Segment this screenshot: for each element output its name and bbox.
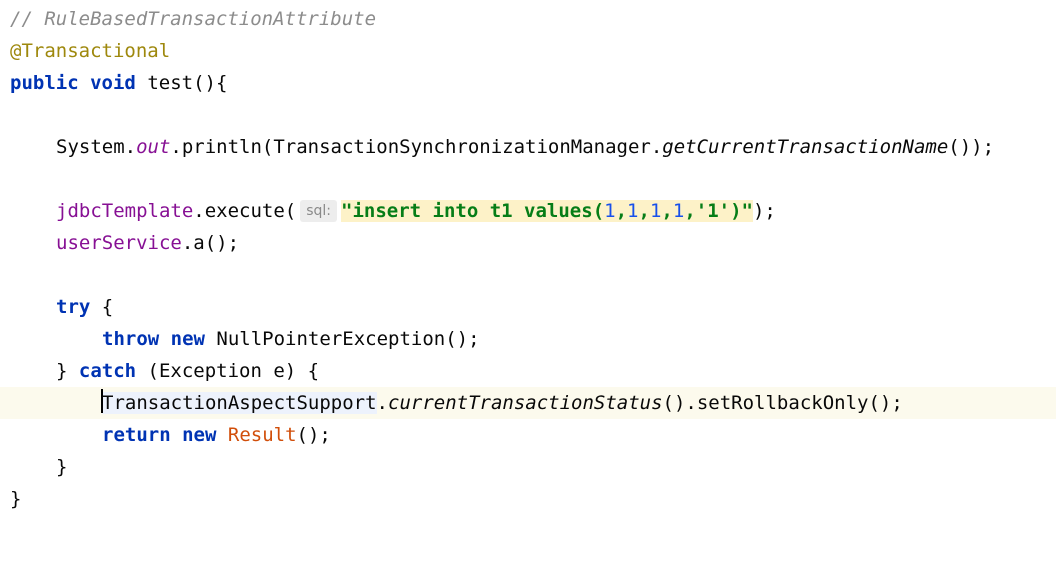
code-line-return[interactable]: return new Result();	[0, 419, 1056, 451]
sql-number-4: 1	[672, 200, 685, 222]
code-line-try[interactable]: try {	[0, 291, 1056, 323]
sql-string-start: "insert into t1 values(	[341, 200, 605, 222]
jdbc-template-field: jdbcTemplate	[56, 200, 194, 222]
println-statement: System.out.println(TransactionSynchroniz…	[56, 131, 994, 163]
catch-params: (Exception e) {	[136, 360, 320, 382]
out-field: out	[136, 136, 171, 158]
code-line-user-service[interactable]: userService.a();	[0, 227, 1056, 259]
sql-number-1: 1	[604, 200, 616, 222]
sql-comma-3: ,	[661, 200, 673, 222]
null-pointer-exception: NullPointerException();	[204, 328, 480, 350]
code-line-method-signature[interactable]: public void test(){	[0, 67, 1056, 99]
try-brace: {	[90, 296, 114, 318]
keyword-public: public	[10, 72, 79, 94]
code-editor[interactable]: // RuleBasedTransactionAttribute @Transa…	[0, 0, 1056, 517]
keyword-new-result: new	[182, 424, 217, 446]
code-line-println[interactable]: System.out.println(TransactionSynchroniz…	[0, 131, 1056, 163]
rollback-statement: TransactionAspectSupport.currentTransact…	[101, 387, 903, 419]
catch-open-brace: }	[56, 360, 79, 382]
execute-statement: jdbcTemplate.execute(sql: "insert into t1…	[56, 195, 776, 227]
keyword-try: try	[56, 296, 91, 318]
code-comment: // RuleBasedTransactionAttribute	[10, 8, 377, 30]
sql-number-2: 1	[627, 200, 639, 222]
sql-comma-2: ,	[638, 200, 650, 222]
sql-comma-1: ,	[615, 200, 628, 222]
rollback-dot: .	[376, 392, 388, 414]
throw-statement: throw new NullPointerException();	[102, 323, 480, 355]
return-statement: return new Result();	[102, 419, 331, 451]
keyword-void: void	[90, 72, 136, 94]
code-line-rollback[interactable]: TransactionAspectSupport.currentTransact…	[0, 387, 1056, 419]
set-rollback-only-call: ().setRollbackOnly();	[662, 392, 903, 414]
keyword-return: return	[102, 424, 171, 446]
keyword-throw: throw	[102, 328, 160, 350]
keyword-catch: catch	[78, 360, 137, 382]
method-signature: public void test(){	[10, 67, 227, 99]
return-end: ();	[296, 424, 331, 446]
system-class: System.	[56, 136, 137, 158]
user-service-call: .a();	[181, 232, 240, 254]
parameter-hint-sql: sql:	[300, 200, 338, 222]
sql-number-3: 1	[649, 200, 662, 222]
try-statement: try {	[56, 291, 113, 323]
sql-string-literal: "insert into t1 values(1,1,1,1,'1')"	[341, 200, 753, 222]
keyword-new: new	[170, 328, 205, 350]
code-line-comment[interactable]: // RuleBasedTransactionAttribute	[0, 3, 1056, 35]
println-end: ());	[948, 136, 995, 158]
code-line-close-method[interactable]: }	[0, 483, 1056, 515]
user-service-field: userService	[56, 232, 182, 254]
code-line-throw[interactable]: throw new NullPointerException();	[0, 323, 1056, 355]
code-line-annotation[interactable]: @Transactional	[0, 35, 1056, 67]
close-catch-brace: }	[56, 456, 68, 478]
result-class: Result	[227, 424, 297, 446]
current-transaction-status-method: currentTransactionStatus	[388, 392, 663, 414]
code-line-catch[interactable]: } catch (Exception e) {	[0, 355, 1056, 387]
code-line-execute[interactable]: jdbcTemplate.execute(sql: "insert into t1…	[0, 195, 1056, 227]
transaction-aspect-support-class: TransactionAspectSupport	[102, 392, 377, 414]
sql-string-end: '1')"	[695, 200, 753, 222]
execute-end: );	[752, 200, 776, 222]
get-transaction-name-method: getCurrentTransactionName	[662, 136, 949, 158]
method-name: test(){	[147, 72, 228, 94]
close-method-brace: }	[10, 488, 22, 510]
code-line-close-catch[interactable]: }	[0, 451, 1056, 483]
user-service-statement: userService.a();	[56, 227, 239, 259]
catch-statement: } catch (Exception e) {	[56, 355, 319, 387]
sql-comma-4: ,	[684, 200, 696, 222]
println-call: .println(TransactionSynchronizationManag…	[170, 136, 663, 158]
transactional-annotation: @Transactional	[10, 40, 171, 62]
execute-call: .execute(	[193, 200, 297, 222]
text-caret	[101, 389, 103, 413]
